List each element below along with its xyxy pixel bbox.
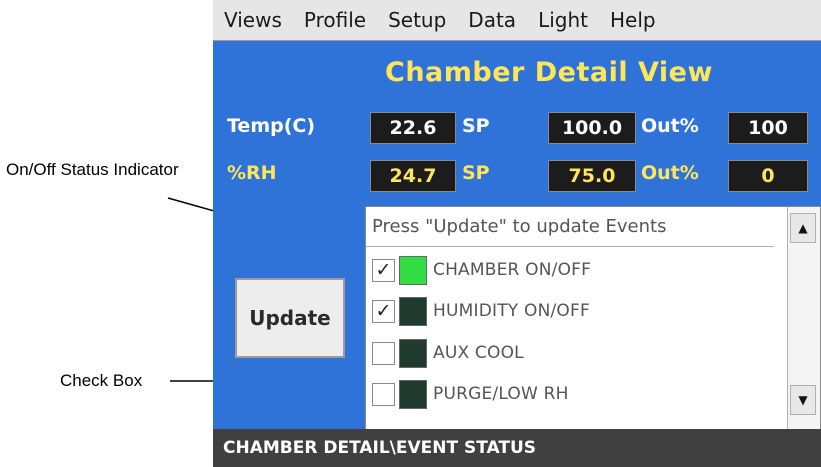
rh-sp-label: SP xyxy=(462,162,490,184)
status-indicator-humidity xyxy=(399,296,427,326)
temp-sp-label: SP xyxy=(462,115,490,137)
device-screen: Views Profile Setup Data Light Help Cham… xyxy=(213,0,821,467)
scroll-up-icon[interactable]: ▲ xyxy=(790,213,816,243)
temp-label: Temp(C) xyxy=(227,115,316,137)
event-label-humidity: HUMIDITY ON/OFF xyxy=(433,301,590,321)
rh-value: 24.7 xyxy=(370,160,456,192)
event-checkbox-chamber[interactable]: ✓ xyxy=(372,258,395,282)
events-scrollbar[interactable]: ▲ ▼ xyxy=(787,207,820,435)
menu-bar: Views Profile Setup Data Light Help xyxy=(213,0,821,41)
event-row-chamber: ✓ CHAMBER ON/OFF xyxy=(372,255,591,285)
event-label-purge: PURGE/LOW RH xyxy=(433,384,569,404)
temp-value: 22.6 xyxy=(370,112,456,144)
temp-out-value: 100 xyxy=(728,112,808,144)
event-row-aux-cool: AUX COOL xyxy=(372,338,524,368)
annotation-status-indicator: On/Off Status Indicator xyxy=(6,160,179,179)
annotation-check-box: Check Box xyxy=(60,371,143,390)
temp-sp-value[interactable]: 100.0 xyxy=(548,112,636,144)
rh-out-value: 0 xyxy=(728,160,808,192)
event-row-humidity: ✓ HUMIDITY ON/OFF xyxy=(372,296,590,326)
temp-out-label: Out% xyxy=(641,115,699,137)
menu-data[interactable]: Data xyxy=(457,0,527,40)
event-label-chamber: CHAMBER ON/OFF xyxy=(433,260,592,280)
status-indicator-chamber xyxy=(399,255,427,285)
update-button[interactable]: Update xyxy=(235,278,345,358)
status-indicator-purge xyxy=(399,379,427,409)
status-bar: CHAMBER DETAIL\EVENT STATUS xyxy=(213,429,821,467)
menu-profile[interactable]: Profile xyxy=(293,0,377,40)
events-header: Press "Update" to update Events xyxy=(366,207,774,247)
event-row-purge: PURGE/LOW RH xyxy=(372,379,569,409)
rh-label: %RH xyxy=(227,162,277,184)
rh-sp-value[interactable]: 75.0 xyxy=(548,160,636,192)
menu-views[interactable]: Views xyxy=(213,0,293,40)
event-label-aux-cool: AUX COOL xyxy=(433,343,524,363)
rh-out-label: Out% xyxy=(641,162,699,184)
scroll-down-icon[interactable]: ▼ xyxy=(790,385,816,415)
menu-light[interactable]: Light xyxy=(527,0,599,40)
menu-help[interactable]: Help xyxy=(599,0,667,40)
menu-setup[interactable]: Setup xyxy=(377,0,457,40)
event-checkbox-aux-cool[interactable] xyxy=(372,341,395,365)
event-checkbox-humidity[interactable]: ✓ xyxy=(372,299,395,323)
event-checkbox-purge[interactable] xyxy=(372,382,395,406)
status-indicator-aux-cool xyxy=(399,338,427,368)
events-panel: Press "Update" to update Events ▲ ▼ ✓ CH… xyxy=(365,206,821,436)
page-title: Chamber Detail View xyxy=(385,57,713,88)
